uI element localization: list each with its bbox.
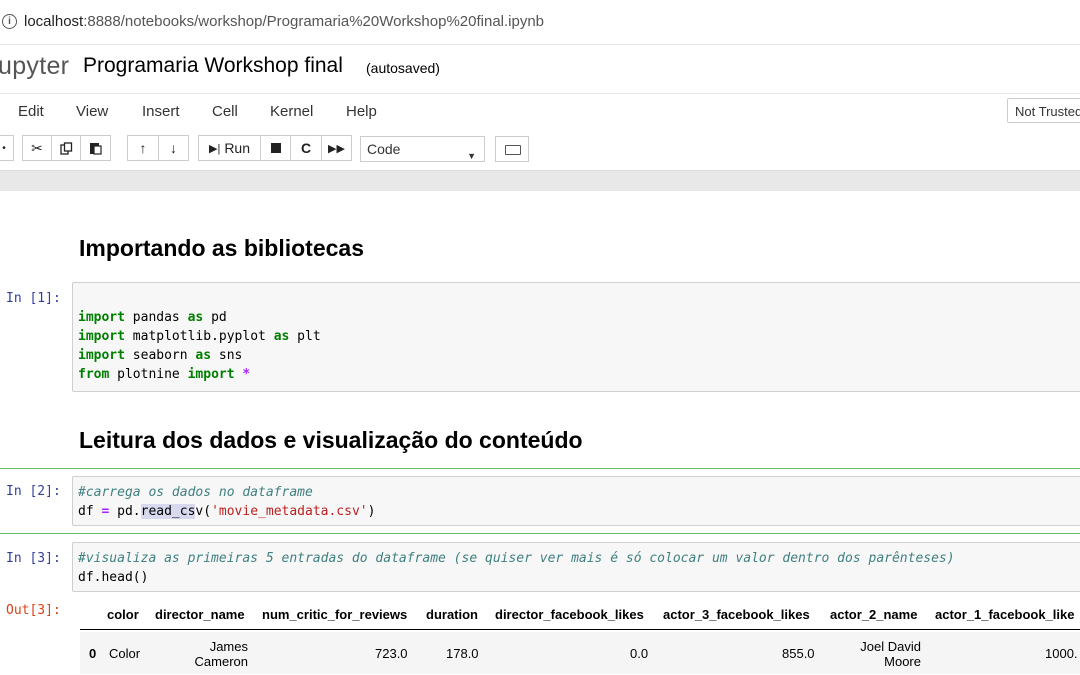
menu-cell[interactable]: Cell: [212, 103, 238, 120]
df-col-num-critic: num_critic_for_reviews: [262, 607, 408, 622]
df-cell-director-fb: 0.0: [630, 646, 649, 661]
df-col-director-fb: director_facebook_likes: [495, 607, 644, 622]
code-cell-3-source[interactable]: #visualiza as primeiras 5 entradas do da…: [78, 549, 955, 587]
df-cell-director-name: James Cameron: [194, 639, 248, 669]
run-button[interactable]: ▶| Run: [198, 135, 260, 161]
code-cell-1-source[interactable]: import pandas as pd import matplotlib.py…: [78, 308, 321, 384]
df-cell-duration: 178.0: [446, 646, 479, 661]
run-label: Run: [224, 140, 250, 156]
fast-forward-icon: ▶▶: [328, 142, 345, 155]
move-button-group: ↑ ↓: [127, 135, 189, 161]
df-cell-num-critic: 723.0: [375, 646, 408, 661]
df-col-actor1-fb: actor_1_facebook_like: [935, 607, 1075, 622]
move-up-icon: ↑: [139, 140, 147, 156]
restart-icon: C: [300, 140, 312, 156]
url-text[interactable]: localhost:8888/notebooks/workshop/Progra…: [24, 13, 544, 30]
df-col-color: color: [107, 607, 139, 622]
keyboard-icon: [505, 145, 521, 155]
paste-button[interactable]: [80, 135, 111, 161]
df-cell-actor3-fb: 855.0: [782, 646, 815, 661]
df-col-actor2-name: actor_2_name: [830, 607, 918, 622]
cell-3-prompt: In [3]:: [6, 551, 61, 566]
save-icon: •: [2, 142, 6, 154]
selected-cell-border-bottom: [0, 533, 1080, 534]
menu-view[interactable]: View: [76, 103, 108, 120]
markdown-heading-2: Leitura dos dados e visualização do cont…: [79, 427, 583, 453]
restart-button[interactable]: C: [290, 135, 321, 161]
run-button-group: ▶| Run C ▶▶: [198, 135, 352, 161]
chevron-down-icon: ▼: [467, 151, 476, 161]
url-path: :8888/notebooks/workshop/Programaria%20W…: [83, 13, 545, 30]
df-index: 0: [89, 646, 97, 661]
cell-type-select[interactable]: Code ▼: [360, 136, 485, 162]
move-up-button[interactable]: ↑: [127, 135, 158, 161]
restart-run-all-button[interactable]: ▶▶: [321, 135, 352, 161]
copy-icon: [59, 141, 72, 155]
copy-button[interactable]: [51, 135, 80, 161]
url-host: localhost: [24, 13, 84, 30]
move-down-button[interactable]: ↓: [158, 135, 189, 161]
menu-help[interactable]: Help: [346, 103, 377, 120]
run-icon: ▶|: [208, 142, 221, 155]
df-cell-color: Color: [109, 646, 141, 661]
cut-icon: ✂: [31, 139, 43, 156]
cell-2-prompt: In [2]:: [6, 484, 61, 499]
notebook-name[interactable]: Programaria Workshop final: [83, 54, 343, 78]
paste-icon: [90, 143, 102, 155]
menu-insert[interactable]: Insert: [142, 103, 180, 120]
autosave-status: (autosaved): [366, 60, 440, 76]
df-col-duration: duration: [426, 607, 478, 622]
save-button[interactable]: •: [0, 135, 14, 161]
cell-1-prompt: In [1]:: [6, 291, 61, 306]
header-separator: [0, 170, 1080, 191]
df-cell-actor1-fb: 1000.: [1045, 646, 1078, 661]
code-cell-2-source[interactable]: #carrega os dados no dataframe df = pd.r…: [78, 483, 375, 521]
cut-button[interactable]: ✂: [22, 135, 51, 161]
edit-button-group: ✂: [22, 135, 111, 161]
address-bar[interactable]: i localhost:8888/notebooks/workshop/Prog…: [0, 0, 1080, 45]
df-cell-actor2-name: Joel David Moore: [860, 639, 921, 669]
menu-edit[interactable]: Edit: [18, 103, 44, 120]
command-palette-button[interactable]: [495, 136, 529, 162]
df-col-director-name: director_name: [155, 607, 245, 622]
selected-cell-border-top: [0, 468, 1080, 469]
jupyter-logo[interactable]: upyter: [0, 52, 69, 81]
cell-type-value: Code: [367, 141, 401, 157]
menu-kernel[interactable]: Kernel: [270, 103, 313, 120]
df-col-actor3-fb: actor_3_facebook_likes: [663, 607, 810, 622]
stop-button[interactable]: [260, 135, 290, 161]
df-header-rule: [80, 629, 1080, 630]
info-circle-icon[interactable]: i: [2, 14, 17, 29]
not-trusted-badge[interactable]: Not Trusted: [1007, 98, 1080, 123]
move-down-icon: ↓: [170, 140, 177, 156]
output-prompt: Out[3]:: [6, 603, 61, 618]
stop-icon: [270, 143, 281, 153]
markdown-heading-1: Importando as bibliotecas: [79, 235, 364, 261]
